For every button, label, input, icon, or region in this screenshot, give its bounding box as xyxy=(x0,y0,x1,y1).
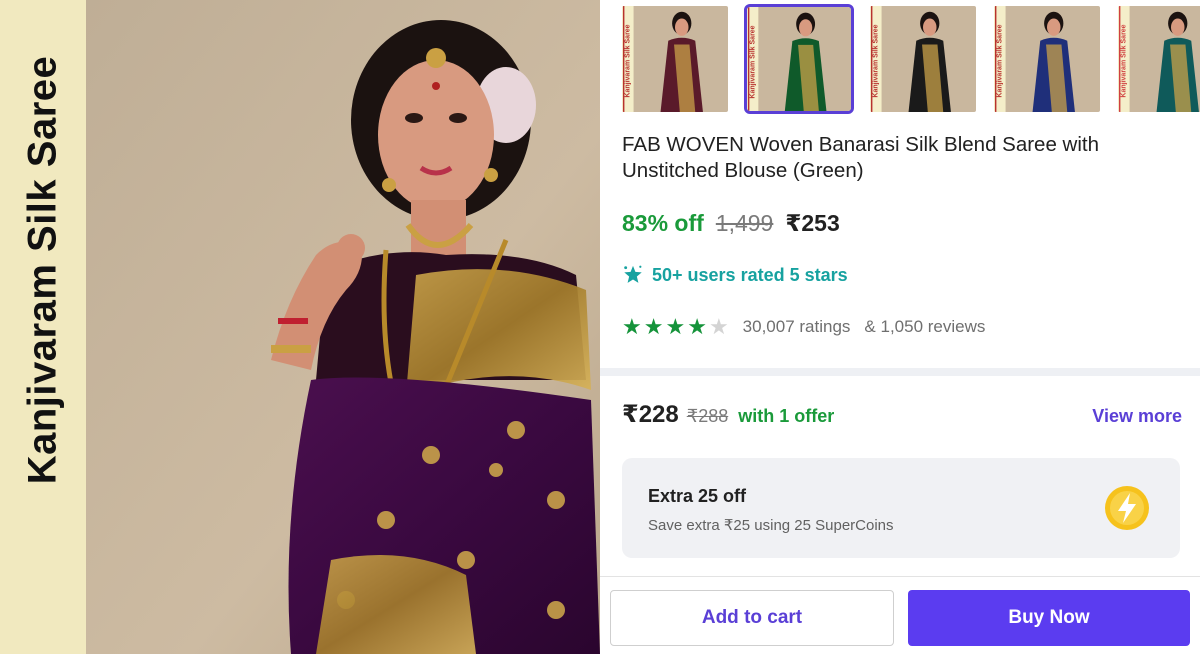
product-details-panel: Kanjivaram Silk Saree Kanjivaram Silk Sar… xyxy=(600,0,1200,654)
product-title: FAB WOVEN Woven Banarasi Silk Blend Sare… xyxy=(622,133,1100,182)
rating-summary[interactable]: ★ ★ ★ ★ ★ 30,007 ratings & 1,050 reviews xyxy=(622,314,985,340)
thumbnail-side-label: Kanjivaram Silk Saree xyxy=(624,24,632,98)
users-rated-badge: 50+ users rated 5 stars xyxy=(622,264,848,286)
product-thumbnail[interactable]: Kanjivaram Silk Saree xyxy=(1116,4,1200,114)
supercoins-title: Extra 25 off xyxy=(648,486,747,506)
bottom-divider xyxy=(600,576,1200,577)
offer-count-text: with 1 offer xyxy=(738,406,835,426)
supercoin-lightning-icon xyxy=(1105,486,1149,530)
hero-label-strip: Kanjivaram Silk Saree xyxy=(0,0,86,654)
star-filled-icon: ★ xyxy=(687,314,707,339)
thumbnail-side-label: Kanjivaram Silk Saree xyxy=(1120,24,1128,98)
star-filled-icon: ★ xyxy=(643,314,664,339)
thumbnail-image xyxy=(994,6,1100,112)
thumbnail-strip: Kanjivaram Silk Saree Kanjivaram Silk Sar… xyxy=(620,4,1200,114)
product-thumbnail[interactable]: Kanjivaram Silk Saree xyxy=(620,4,730,114)
section-divider xyxy=(600,368,1200,376)
supercoins-card[interactable]: Extra 25 off Save extra ₹25 using 25 Sup… xyxy=(622,458,1180,558)
product-thumbnail[interactable]: Kanjivaram Silk Saree xyxy=(992,4,1102,114)
add-to-cart-button[interactable]: Add to cart xyxy=(610,590,894,646)
view-more-link[interactable]: View more xyxy=(1092,406,1182,427)
product-thumbnail[interactable]: Kanjivaram Silk Saree xyxy=(868,4,978,114)
ratings-count: 30,007 ratings xyxy=(742,317,851,336)
hero-side-label: Kanjivaram Silk Saree xyxy=(20,55,65,485)
star-filled-icon: ★ xyxy=(665,314,686,339)
supercoins-subtitle: Save extra ₹25 using 25 SuperCoins xyxy=(648,517,894,534)
thumbnail-image xyxy=(622,6,728,112)
thumbnail-image xyxy=(870,6,976,112)
discount-percent: 83% off xyxy=(622,210,704,236)
original-price: 1,499 xyxy=(715,210,774,236)
reviews-count: & 1,050 reviews xyxy=(864,317,986,336)
star-filled-icon: ★ xyxy=(622,314,642,339)
selling-price: ₹253 xyxy=(785,210,840,236)
offer-original-price: ₹288 xyxy=(686,406,729,426)
model-photo xyxy=(86,0,600,654)
product-hero-image[interactable]: Kanjivaram Silk Saree xyxy=(0,0,600,654)
offer-row: ₹228 ₹288 with 1 offer View more xyxy=(622,400,1182,429)
thumbnail-image xyxy=(747,7,851,111)
price-row: 83% off 1,499 ₹253 xyxy=(622,210,840,237)
thumbnail-side-label: Kanjivaram Silk Saree xyxy=(749,25,757,99)
thumbnail-side-label: Kanjivaram Silk Saree xyxy=(872,24,880,98)
product-thumbnail[interactable]: Kanjivaram Silk Saree xyxy=(744,4,854,114)
thumbnail-image xyxy=(1118,6,1200,112)
thumbnail-side-label: Kanjivaram Silk Saree xyxy=(996,24,1004,98)
star-empty-icon: ★ xyxy=(708,314,729,339)
users-rated-text: 50+ users rated 5 stars xyxy=(652,264,848,285)
offer-price: ₹228 xyxy=(622,401,679,428)
buy-now-button[interactable]: Buy Now xyxy=(908,590,1190,646)
sparkle-star-icon xyxy=(624,265,642,283)
star-rating: ★ ★ ★ ★ ★ xyxy=(622,314,729,340)
